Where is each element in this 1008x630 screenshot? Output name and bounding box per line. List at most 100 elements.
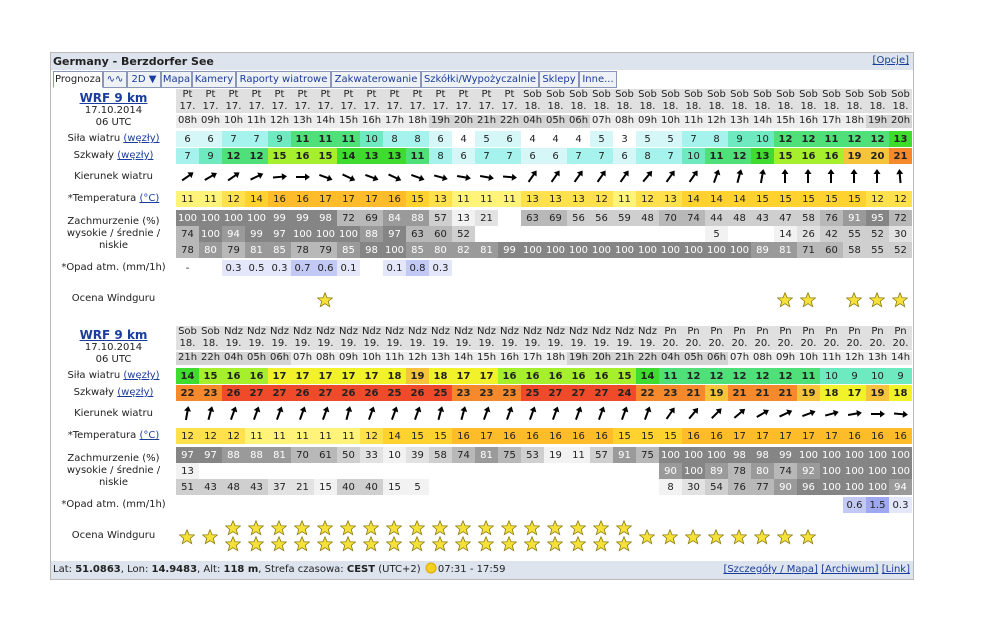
gust-cell: 25 (521, 385, 544, 401)
cloud-cell: 40 (337, 479, 360, 495)
gust-unit-link[interactable]: (węzły) (117, 150, 153, 162)
wind-cell: 4 (452, 131, 475, 147)
wind-direction-arrow (176, 168, 198, 186)
cloud-cell: 53 (521, 447, 544, 463)
wind-direction-arrow (291, 168, 313, 186)
temp-unit-link[interactable]: (°C) (139, 430, 159, 442)
date-label: 18. (613, 101, 636, 113)
rating-star-icon (661, 528, 679, 545)
wind-cell: 6 (429, 131, 452, 147)
cloud-cell: 43 (245, 479, 268, 495)
options-link[interactable]: [Opcje] (873, 55, 909, 66)
temperature-cell: 14 (383, 428, 406, 444)
tab-9[interactable]: Inne... (579, 71, 617, 88)
wind-cell: 14 (636, 368, 659, 384)
rating-star-icon (707, 528, 725, 545)
details-map-link[interactable]: [Szczegóły / Mapa] (723, 564, 817, 575)
gust-cell: 25 (429, 385, 452, 401)
cloud-cell (291, 463, 314, 479)
cloud-cell: 100 (199, 226, 222, 242)
cloud-cell: 11 (567, 447, 590, 463)
archive-link[interactable]: [Archiwum] (821, 564, 878, 575)
gust-cell: 16 (291, 148, 314, 164)
cloud-cell: 74 (452, 447, 475, 463)
tab-0[interactable]: Prognoza (53, 71, 103, 88)
header-bar: Germany - Berzdorfer See [Opcje] (51, 53, 913, 70)
wind-direction-arrow (705, 405, 727, 423)
wind-cell: 12 (751, 368, 774, 384)
cloud-cell: 78 (176, 242, 199, 258)
wind-cell: 11 (659, 368, 682, 384)
hour-label: 15h (774, 114, 797, 128)
gust-cell: 14 (337, 148, 360, 164)
tab-8[interactable]: Sklepy (539, 71, 579, 88)
temp-unit-link[interactable]: (°C) (139, 193, 159, 205)
cloud-cell (498, 226, 521, 242)
date-label: 19. (268, 338, 291, 350)
day-label: Sob (797, 89, 820, 101)
cloud-cell: 59 (613, 210, 636, 226)
wind-direction-arrow (705, 168, 727, 186)
wind-unit-link[interactable]: (węzły) (123, 370, 159, 382)
temperature-cell: 17 (820, 428, 843, 444)
tab-4[interactable]: Kamery (192, 71, 236, 88)
cloud-cell: 97 (176, 447, 199, 463)
wind-direction-arrow (498, 405, 520, 423)
cloud-cell: 56 (590, 210, 613, 226)
precip-cell: 0.8 (406, 260, 429, 276)
tab-3[interactable]: Mapa (161, 71, 192, 88)
model-link[interactable]: WRF 9 km (51, 91, 176, 105)
cloud-cell: 100 (314, 226, 337, 242)
precip-cell (567, 497, 590, 513)
temperature-cell: 12 (199, 428, 222, 444)
gust-unit-link[interactable]: (węzły) (117, 387, 153, 399)
cloud-cell: 94 (222, 226, 245, 242)
gust-cell: 21 (751, 385, 774, 401)
precip-cell: 0.3 (222, 260, 245, 276)
gust-cell: 23 (659, 385, 682, 401)
tab-2[interactable]: 2D ▼ (127, 71, 161, 88)
cloud-cell: 44 (705, 210, 728, 226)
date-label: 18. (659, 101, 682, 113)
model-link[interactable]: WRF 9 km (51, 328, 176, 342)
gust-cell: 12 (222, 148, 245, 164)
date-label: 20. (659, 338, 682, 350)
day-label: Ndz (429, 326, 452, 338)
wind-direction-arrow (521, 168, 543, 186)
cloud-cell: 39 (406, 447, 429, 463)
rating-star-icon (224, 535, 242, 552)
wind-cell: 16 (222, 368, 245, 384)
cloud-cell: 60 (820, 242, 843, 258)
wind-cell: 7 (245, 131, 268, 147)
day-label: Ndz (268, 326, 291, 338)
temperature-cell: 13 (429, 191, 452, 207)
rating-star-icon (891, 291, 909, 308)
cloud-cell: 30 (889, 226, 912, 242)
wind-direction-arrow (360, 168, 382, 186)
cloud-cell: 72 (337, 210, 360, 226)
hour-label: 11h (383, 351, 406, 365)
link-link[interactable]: [Link] (882, 564, 910, 575)
tab-7[interactable]: Szkółki/Wypożyczalnie (421, 71, 539, 88)
temperature-cell: 11 (176, 191, 199, 207)
day-label: Pt (475, 89, 498, 101)
cloud-cell: 21 (291, 479, 314, 495)
day-label: Ndz (337, 326, 360, 338)
wind-unit-link[interactable]: (węzły) (123, 133, 159, 145)
hour-label: 08h (314, 351, 337, 365)
wind-direction-arrow (544, 405, 566, 423)
temperature-cell: 15 (797, 191, 820, 207)
cloud-cell: 43 (199, 479, 222, 495)
tab-1[interactable]: ∿∿ (103, 71, 127, 88)
cloud-cell: 98 (728, 447, 751, 463)
gust-cell: 12 (245, 148, 268, 164)
precip-cell (659, 260, 682, 276)
temperature-cell: 12 (222, 191, 245, 207)
tab-6[interactable]: Zakwaterowanie (331, 71, 421, 88)
wind-direction-arrow (337, 405, 359, 423)
cloud-label: Zachmurzenie (%) wysokie / średnie / nisk… (66, 453, 161, 488)
tab-5[interactable]: Raporty wiatrowe (236, 71, 331, 88)
cloud-cell: 77 (751, 479, 774, 495)
gust-cell: 21 (774, 385, 797, 401)
temperature-cell: 16 (590, 428, 613, 444)
